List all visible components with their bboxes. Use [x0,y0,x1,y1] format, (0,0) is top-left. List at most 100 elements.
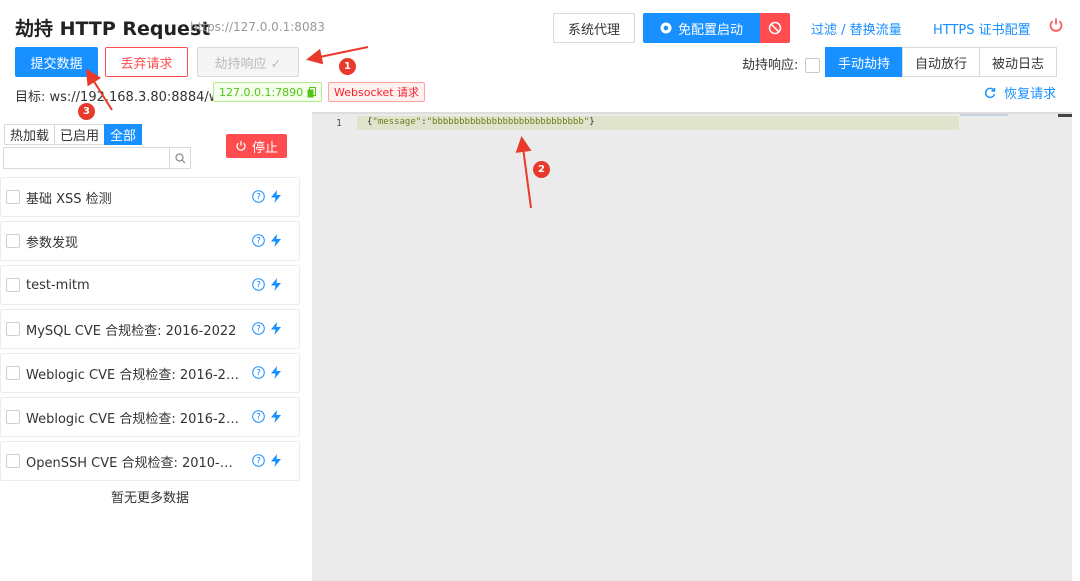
help-icon[interactable]: ? [252,454,265,467]
plugin-filter: 热加载 已启用 全部 [4,124,143,145]
plugin-name: OpenSSH CVE 合规检查: 2010-2021 [26,455,241,471]
plugin-item[interactable]: 参数发现 ? [0,221,300,261]
stop-plugins-button[interactable]: 停止 [226,134,287,158]
page-title: 劫持 HTTP Request [15,18,211,40]
plugin-checkbox[interactable] [6,410,20,424]
mode-auto-release[interactable]: 自动放行 [902,47,981,77]
refresh-icon [984,87,1000,102]
plugin-icons: ? [252,322,281,335]
lightning-icon[interactable] [271,190,281,203]
plugin-name: 参数发现 [26,235,79,251]
request-editor[interactable]: 1 {"message":"bbbbbbbbbbbbbbbbbbbbbbbbbb… [312,112,1072,581]
annotation-badge-1: 1 [339,58,356,75]
filter-enabled[interactable]: 已启用 [54,124,106,145]
mode-passive-log[interactable]: 被动日志 [979,47,1058,77]
discard-label: 丢弃请求 [120,56,173,72]
empty-text: 暂无更多数据 [110,491,189,506]
help-icon[interactable]: ? [252,278,265,291]
help-icon[interactable]: ? [252,234,265,247]
target-address: 目标: ws://192.168.3.80:8884/ws [15,90,227,105]
lightning-icon[interactable] [271,234,281,247]
plugin-checkbox[interactable] [6,234,20,248]
copy-icon[interactable] [307,86,317,98]
stop-label: 停止 [251,140,278,156]
svg-text:?: ? [256,281,261,291]
hijack-response-checkbox[interactable] [804,58,820,73]
system-proxy-label: 系统代理 [567,22,620,38]
mode-manual[interactable]: 手动劫持 [825,47,904,77]
annotation-badge-2: 2 [533,161,550,178]
lightning-icon[interactable] [271,278,281,291]
websocket-tag-text: Websocket 请求 [334,86,420,99]
help-icon[interactable]: ? [252,366,265,379]
plugin-item[interactable]: MySQL CVE 合规检查: 2016-2022 ? [0,309,300,349]
plugin-name: test-mitm [26,277,90,293]
help-icon[interactable]: ? [252,410,265,423]
filter-replace-link[interactable]: 过滤 / 替换流量 [811,19,902,38]
proxy-tag: 127.0.0.1:7890 [213,82,323,102]
lightning-icon[interactable] [271,322,281,335]
https-cert-link[interactable]: HTTPS 证书配置 [933,19,1031,38]
plugin-icons: ? [252,454,281,467]
plugin-icons: ? [252,234,281,247]
editor-ruler [960,114,1008,116]
plugin-name: Weblogic CVE 合规检查: 2016-202... [26,411,241,427]
lightning-icon[interactable] [271,410,281,423]
stop-start-button[interactable] [760,13,790,43]
editor-scrollbar[interactable] [1058,114,1072,117]
lightning-icon[interactable] [271,366,281,379]
power-icon[interactable] [1048,17,1064,37]
server-url: https://127.0.0.1:8083 [190,20,325,34]
search-button[interactable] [169,147,191,169]
free-config-start-label: 免配置启动 [677,22,743,38]
hijack-response-label: 劫持响应 ✓ [214,56,282,72]
plugin-search-input[interactable] [3,147,169,169]
annotation-badge-3: 3 [78,103,95,120]
help-icon[interactable]: ? [252,322,265,335]
lightning-icon[interactable] [271,454,281,467]
plugin-list: 基础 XSS 检测 ? 参数发现 ? test-mitm ? MySQL CVE… [0,177,300,485]
plugin-item[interactable]: test-mitm ? [0,265,300,305]
svg-text:?: ? [256,413,261,423]
json-key: "message" [372,117,422,127]
submit-button[interactable]: 提交数据 [15,47,98,77]
help-icon[interactable]: ? [252,190,265,203]
plugin-checkbox[interactable] [6,454,20,468]
svg-text:?: ? [256,237,261,247]
discard-request-button[interactable]: 丢弃请求 [105,47,188,77]
plugin-icons: ? [252,190,281,203]
plugin-icons: ? [252,278,281,291]
json-value: "bbbbbbbbbbbbbbbbbbbbbbbbbbbb" [426,117,590,127]
plugin-name: MySQL CVE 合规检查: 2016-2022 [26,323,237,339]
hijack-response-toggle-label: 劫持响应: [742,58,799,73]
svg-text:?: ? [256,325,261,335]
filter-hot-reload[interactable]: 热加载 [4,124,56,145]
plugin-item[interactable]: 基础 XSS 检测 ? [0,177,300,217]
submit-label: 提交数据 [30,56,83,72]
system-proxy-button[interactable]: 系统代理 [553,13,635,43]
filter-all[interactable]: 全部 [104,124,143,145]
svg-text:?: ? [256,193,261,203]
plugin-name: Weblogic CVE 合规检查: 2016-2022 [26,367,241,383]
plugin-search [3,147,191,169]
free-config-start-button[interactable]: 免配置启动 [643,13,760,43]
line-number: 1 [336,118,343,129]
plugin-checkbox[interactable] [6,278,20,292]
hijack-response-toggle[interactable]: 劫持响应: [742,54,820,73]
editor-gutter [312,114,357,581]
plugin-item[interactable]: Weblogic CVE 合规检查: 2016-2022 ? [0,353,300,393]
restore-request-link[interactable]: 恢复请求 [984,83,1056,102]
plugin-checkbox[interactable] [6,366,20,380]
code-line[interactable]: {"message":"bbbbbbbbbbbbbbbbbbbbbbbbbbbb… [367,117,595,127]
plugin-item[interactable]: OpenSSH CVE 合规检查: 2010-2021 ? [0,441,300,481]
svg-text:?: ? [256,457,261,467]
power-icon [235,140,247,152]
forbidden-icon [768,21,782,35]
websocket-tag: Websocket 请求 [328,82,426,102]
plugin-name: 基础 XSS 检测 [26,191,112,207]
hijack-response-button[interactable]: 劫持响应 ✓ [197,47,299,77]
plugin-checkbox[interactable] [6,322,20,336]
proxy-tag-text: 127.0.0.1:7890 [219,85,304,99]
plugin-item[interactable]: Weblogic CVE 合规检查: 2016-202... ? [0,397,300,437]
plugin-checkbox[interactable] [6,190,20,204]
